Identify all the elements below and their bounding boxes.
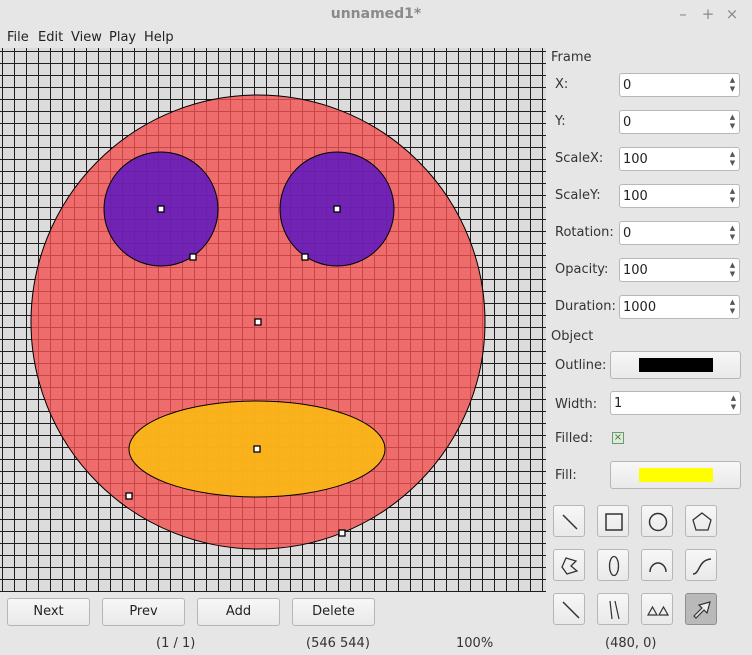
triangles-tool-button[interactable] [641, 593, 673, 625]
rectangle-tool-button[interactable] [597, 505, 629, 537]
face-edge-handle[interactable] [338, 529, 346, 537]
double-line-tool-button[interactable] [597, 593, 629, 625]
curve-tool-button[interactable] [685, 549, 717, 581]
fill-label: Fill: [555, 468, 577, 483]
ellipse-tool-button[interactable] [597, 549, 629, 581]
polygon-tool-button[interactable] [553, 549, 585, 581]
mouth-edge-handle[interactable] [125, 492, 133, 500]
menu-file[interactable]: File [7, 30, 29, 45]
opacity-spin-arrows[interactable]: ▲ ▼ [728, 261, 737, 279]
minimize-icon[interactable]: – [673, 4, 693, 24]
menu-play[interactable]: Play [109, 30, 136, 45]
x-spinbox[interactable]: ▲▼ [619, 73, 740, 97]
pentagon-tool-icon [692, 512, 712, 531]
scalex-spinbox[interactable]: ▲▼ [619, 147, 740, 171]
frame-heading: Frame [551, 50, 592, 65]
outline-label: Outline: [555, 358, 607, 373]
properties-panel: Frame X: ▲▼ Y: ▲▼ ScaleX: ▲▼ ScaleY: ▲▼ … [546, 48, 752, 625]
prev-button[interactable]: Prev [102, 598, 185, 626]
y-input[interactable] [620, 111, 729, 133]
duration-input[interactable] [620, 296, 729, 318]
status-canvas-size: (546 544) [306, 636, 370, 651]
y-label: Y: [555, 114, 566, 129]
x-label: X: [555, 77, 569, 92]
ellipse-tool-icon [608, 555, 620, 577]
x-spin-arrows[interactable]: ▲ ▼ [728, 76, 737, 94]
opacity-input[interactable] [620, 259, 729, 281]
rotation-label: Rotation: [555, 225, 614, 240]
width-spinbox[interactable]: ▲▼ [610, 391, 741, 415]
object-heading: Object [551, 329, 594, 344]
opacity-label: Opacity: [555, 262, 609, 277]
circle-tool-button[interactable] [641, 505, 673, 537]
duration-spinbox[interactable]: ▲▼ [619, 295, 740, 319]
scalex-label: ScaleX: [555, 151, 604, 166]
scalex-input[interactable] [620, 148, 729, 170]
delete-button[interactable]: Delete [292, 598, 375, 626]
outline-color-button[interactable] [610, 351, 741, 379]
rotation-input[interactable] [620, 222, 729, 244]
maximize-icon[interactable]: + [698, 4, 718, 24]
title-bar: unnamed1* – + × [0, 0, 752, 28]
diagonal-line-tool-button[interactable] [553, 593, 585, 625]
drawing-canvas[interactable] [0, 48, 546, 592]
rotation-spinbox[interactable]: ▲▼ [619, 221, 740, 245]
left-eye-center-handle[interactable] [157, 205, 165, 213]
scalex-spin-arrows[interactable]: ▲ ▼ [728, 150, 737, 168]
scaley-spinbox[interactable]: ▲▼ [619, 184, 740, 208]
width-input[interactable] [611, 392, 730, 414]
select-arrow-tool-icon [693, 601, 711, 619]
width-spin-arrows[interactable]: ▲ ▼ [729, 394, 738, 412]
status-frame: (1 / 1) [156, 636, 196, 651]
outline-color-swatch [639, 358, 713, 372]
polygon-tool-icon [561, 557, 579, 575]
scaley-label: ScaleY: [555, 188, 601, 203]
status-zoom: 100% [456, 636, 494, 651]
menu-edit[interactable]: Edit [38, 30, 63, 45]
left-eye-edge-handle[interactable] [189, 253, 197, 261]
arc-tool-icon [649, 562, 667, 573]
close-icon[interactable]: × [722, 4, 742, 24]
scaley-input[interactable] [620, 185, 729, 207]
select-arrow-tool-button[interactable] [685, 593, 717, 625]
line-tool-icon [562, 514, 578, 530]
mouth-center-handle[interactable] [253, 445, 261, 453]
y-spinbox[interactable]: ▲▼ [619, 110, 740, 134]
window-title: unnamed1* [330, 6, 422, 22]
x-input[interactable] [620, 74, 729, 96]
filled-label: Filled: [555, 431, 593, 446]
right-eye-center-handle[interactable] [333, 205, 341, 213]
fill-color-swatch [639, 468, 713, 482]
duration-spin-arrows[interactable]: ▲ ▼ [728, 298, 737, 316]
arc-tool-button[interactable] [641, 549, 673, 581]
next-button[interactable]: Next [7, 598, 90, 626]
menu-view[interactable]: View [71, 30, 102, 45]
status-cursor: (480, 0) [605, 636, 657, 651]
triangles-tool-icon [646, 605, 670, 616]
rotation-spin-arrows[interactable]: ▲ ▼ [728, 224, 737, 242]
fill-color-button[interactable] [610, 461, 741, 489]
scaley-spin-arrows[interactable]: ▲ ▼ [728, 187, 737, 205]
diagonal-line-tool-icon [562, 601, 580, 619]
rectangle-tool-icon [605, 513, 623, 531]
add-button[interactable]: Add [197, 598, 280, 626]
menu-bar: File Edit View Play Help [0, 28, 752, 48]
menu-help[interactable]: Help [144, 30, 174, 45]
y-spin-arrows[interactable]: ▲ ▼ [728, 113, 737, 131]
circle-tool-icon [648, 512, 668, 532]
curve-tool-icon [692, 558, 712, 575]
line-tool-button[interactable] [553, 505, 585, 537]
opacity-spinbox[interactable]: ▲▼ [619, 258, 740, 282]
double-line-tool-icon [609, 600, 620, 620]
duration-label: Duration: [555, 299, 616, 314]
right-eye-edge-handle[interactable] [301, 253, 309, 261]
pentagon-tool-button[interactable] [685, 505, 717, 537]
face-center-handle[interactable] [254, 318, 262, 326]
filled-checkbox[interactable]: × [612, 432, 624, 444]
width-label: Width: [555, 397, 598, 412]
